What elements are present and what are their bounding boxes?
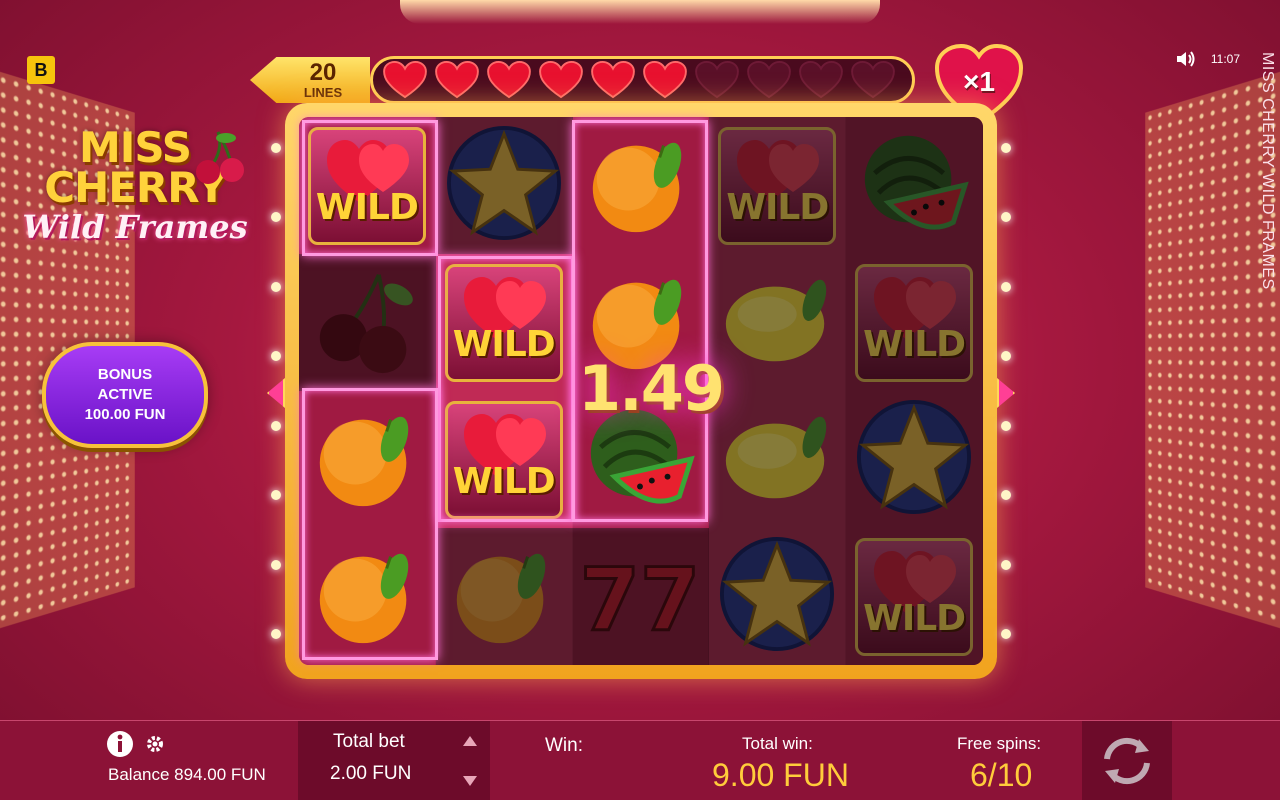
reel-cell xyxy=(572,117,710,254)
reel-cell: WILD xyxy=(435,391,573,528)
wild-label: WILD xyxy=(863,597,966,639)
reel-cell: WILD xyxy=(846,528,983,665)
lines-number: 20 xyxy=(309,59,337,86)
svg-text:77: 77 xyxy=(581,550,699,650)
reel-cell: WILD xyxy=(299,117,436,254)
seven-symbol-icon: 77 xyxy=(579,535,702,658)
orange-symbol-icon xyxy=(445,535,563,658)
bet-increase-arrow-icon[interactable] xyxy=(460,733,480,749)
wild-label: WILD xyxy=(315,186,419,228)
bonus-line-2: ACTIVE xyxy=(97,386,153,403)
reel-cell xyxy=(846,391,983,528)
bet-decrease-arrow-icon[interactable] xyxy=(460,773,480,789)
lemon-symbol-icon xyxy=(718,261,836,384)
multiplier-value: ×1 xyxy=(963,66,995,97)
spin-arrows-icon xyxy=(1104,737,1150,785)
bonus-amount: 100.00 FUN xyxy=(84,406,166,423)
info-icon[interactable] xyxy=(106,730,134,758)
heart-filled-icon xyxy=(535,61,587,99)
reel-cell: WILD xyxy=(846,254,983,391)
logo-line-3: Wild Frames xyxy=(22,208,248,246)
star-symbol-icon xyxy=(855,398,973,521)
reel-cell xyxy=(846,117,983,254)
balance-label: Balance 894.00 FUN xyxy=(108,765,266,784)
wild-label: WILD xyxy=(863,323,966,365)
vertical-game-title: MISS CHERRY WILD FRAMES xyxy=(1259,52,1276,290)
reel-cell xyxy=(709,254,847,391)
brand-badge: B xyxy=(27,56,55,84)
line-win-amount: 1.49 xyxy=(578,352,725,425)
hearts-meter xyxy=(370,56,915,104)
clock-time: 11:07 xyxy=(1210,52,1240,66)
reel-cell xyxy=(299,391,436,528)
free-spins-label: Free spins: xyxy=(957,734,1042,753)
game-logo: MISS CHERRY Wild Frames xyxy=(10,127,260,278)
heart-filled-icon xyxy=(587,61,639,99)
wild-label: WILD xyxy=(452,460,556,502)
reel-cell xyxy=(299,528,436,665)
cherry-logo-icon xyxy=(196,131,244,184)
heart-filled-icon xyxy=(379,61,431,99)
bonus-active-button[interactable]: BONUS ACTIVE 100.00 FUN xyxy=(42,342,208,448)
star-symbol-icon xyxy=(718,535,836,658)
wild-symbol: WILD xyxy=(855,537,974,656)
heart-filled-icon xyxy=(639,61,691,99)
orange-symbol-icon xyxy=(581,124,699,247)
wild-symbol: WILD xyxy=(307,126,426,245)
lines-badge: 20 LINES xyxy=(250,57,370,103)
heart-empty-icon xyxy=(743,61,795,99)
free-spins-value: 6/10 xyxy=(970,757,1033,793)
speaker-icon[interactable] xyxy=(1175,50,1197,68)
reel-cell: WILD xyxy=(435,254,573,391)
lines-label: LINES xyxy=(303,85,343,100)
reel-cell xyxy=(435,117,573,254)
watermelon-symbol-icon xyxy=(855,124,973,247)
reel-cell: 77 xyxy=(572,528,710,665)
total-bet-label: Total bet xyxy=(333,731,405,752)
lemon-symbol-icon xyxy=(718,398,836,521)
reel-cell: WILD xyxy=(709,117,847,254)
reel-cell xyxy=(299,254,436,391)
settings-gear-icon[interactable] xyxy=(144,733,166,755)
cherry-symbol-icon xyxy=(308,261,426,384)
wild-symbol: WILD xyxy=(718,126,837,245)
orange-symbol-icon xyxy=(308,398,426,521)
spin-button[interactable] xyxy=(1082,721,1172,800)
reel-cell xyxy=(709,391,847,528)
reel-cell xyxy=(435,528,573,665)
wild-label: WILD xyxy=(726,186,829,228)
orange-symbol-icon xyxy=(308,535,426,658)
reel-cell xyxy=(709,528,847,665)
wild-label: WILD xyxy=(452,323,556,365)
top-light xyxy=(400,0,880,24)
heart-filled-icon xyxy=(483,61,535,99)
status-bar: 11:07 xyxy=(1175,50,1240,68)
bottom-bar: Balance 894.00 FUN Total bet 2.00 FUN Wi… xyxy=(0,720,1280,800)
heart-empty-icon xyxy=(847,61,899,99)
total-win-label: Total win: xyxy=(742,734,813,753)
wild-symbol: WILD xyxy=(444,400,563,519)
wild-symbol: WILD xyxy=(855,263,974,382)
total-win-value: 9.00 FUN xyxy=(712,757,849,793)
heart-empty-icon xyxy=(691,61,743,99)
heart-empty-icon xyxy=(795,61,847,99)
wild-symbol: WILD xyxy=(444,263,563,382)
heart-filled-icon xyxy=(431,61,483,99)
star-symbol-icon xyxy=(445,124,563,247)
bonus-line-1: BONUS xyxy=(97,366,153,383)
win-label: Win: xyxy=(545,735,583,756)
total-bet-value: 2.00 FUN xyxy=(330,763,412,784)
